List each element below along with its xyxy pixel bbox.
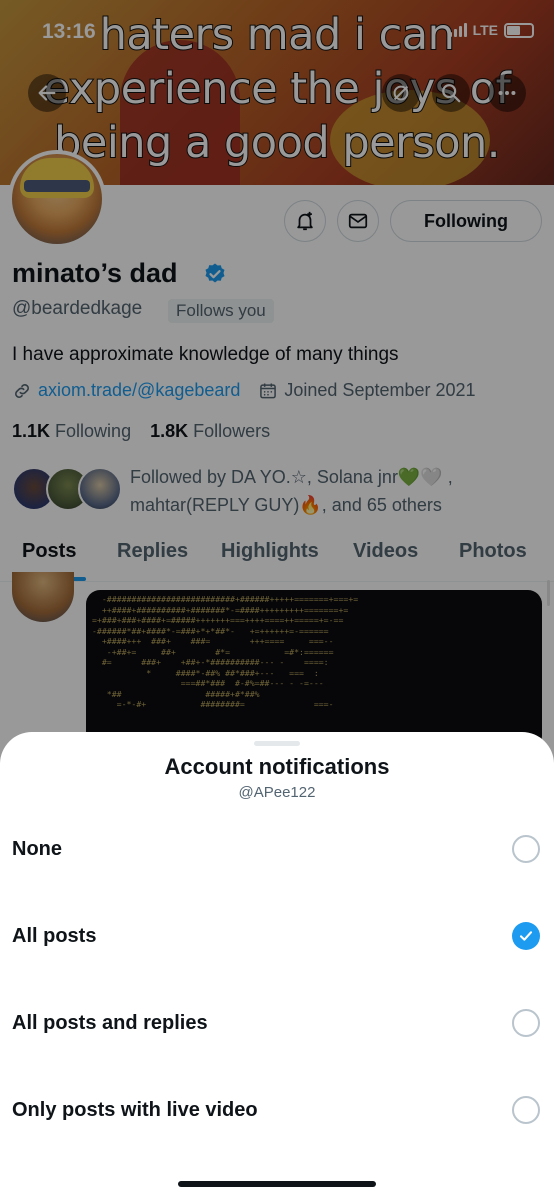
sheet-subtitle: @APee122	[238, 784, 316, 801]
checkmark-icon	[519, 931, 533, 941]
sheet-title: Account notifications	[164, 754, 390, 779]
option-label: All posts and replies	[12, 1012, 208, 1034]
option-label: All posts	[12, 925, 97, 947]
account-notifications-sheet: Account notifications @APee122 None All …	[0, 732, 554, 1199]
scrollbar[interactable]	[547, 580, 550, 606]
option-label: None	[12, 838, 62, 860]
option-none[interactable]: None	[0, 820, 554, 880]
option-live-video-only[interactable]: Only posts with live video	[0, 1081, 554, 1141]
option-all-posts[interactable]: All posts	[0, 907, 554, 967]
option-label: Only posts with live video	[12, 1099, 258, 1121]
option-all-posts-and-replies[interactable]: All posts and replies	[0, 994, 554, 1054]
radio-unchecked[interactable]	[512, 835, 540, 863]
radio-unchecked[interactable]	[512, 1096, 540, 1124]
sheet-drag-handle[interactable]	[254, 741, 300, 746]
home-indicator[interactable]	[178, 1181, 376, 1187]
radio-checked[interactable]	[512, 922, 540, 950]
radio-unchecked[interactable]	[512, 1009, 540, 1037]
